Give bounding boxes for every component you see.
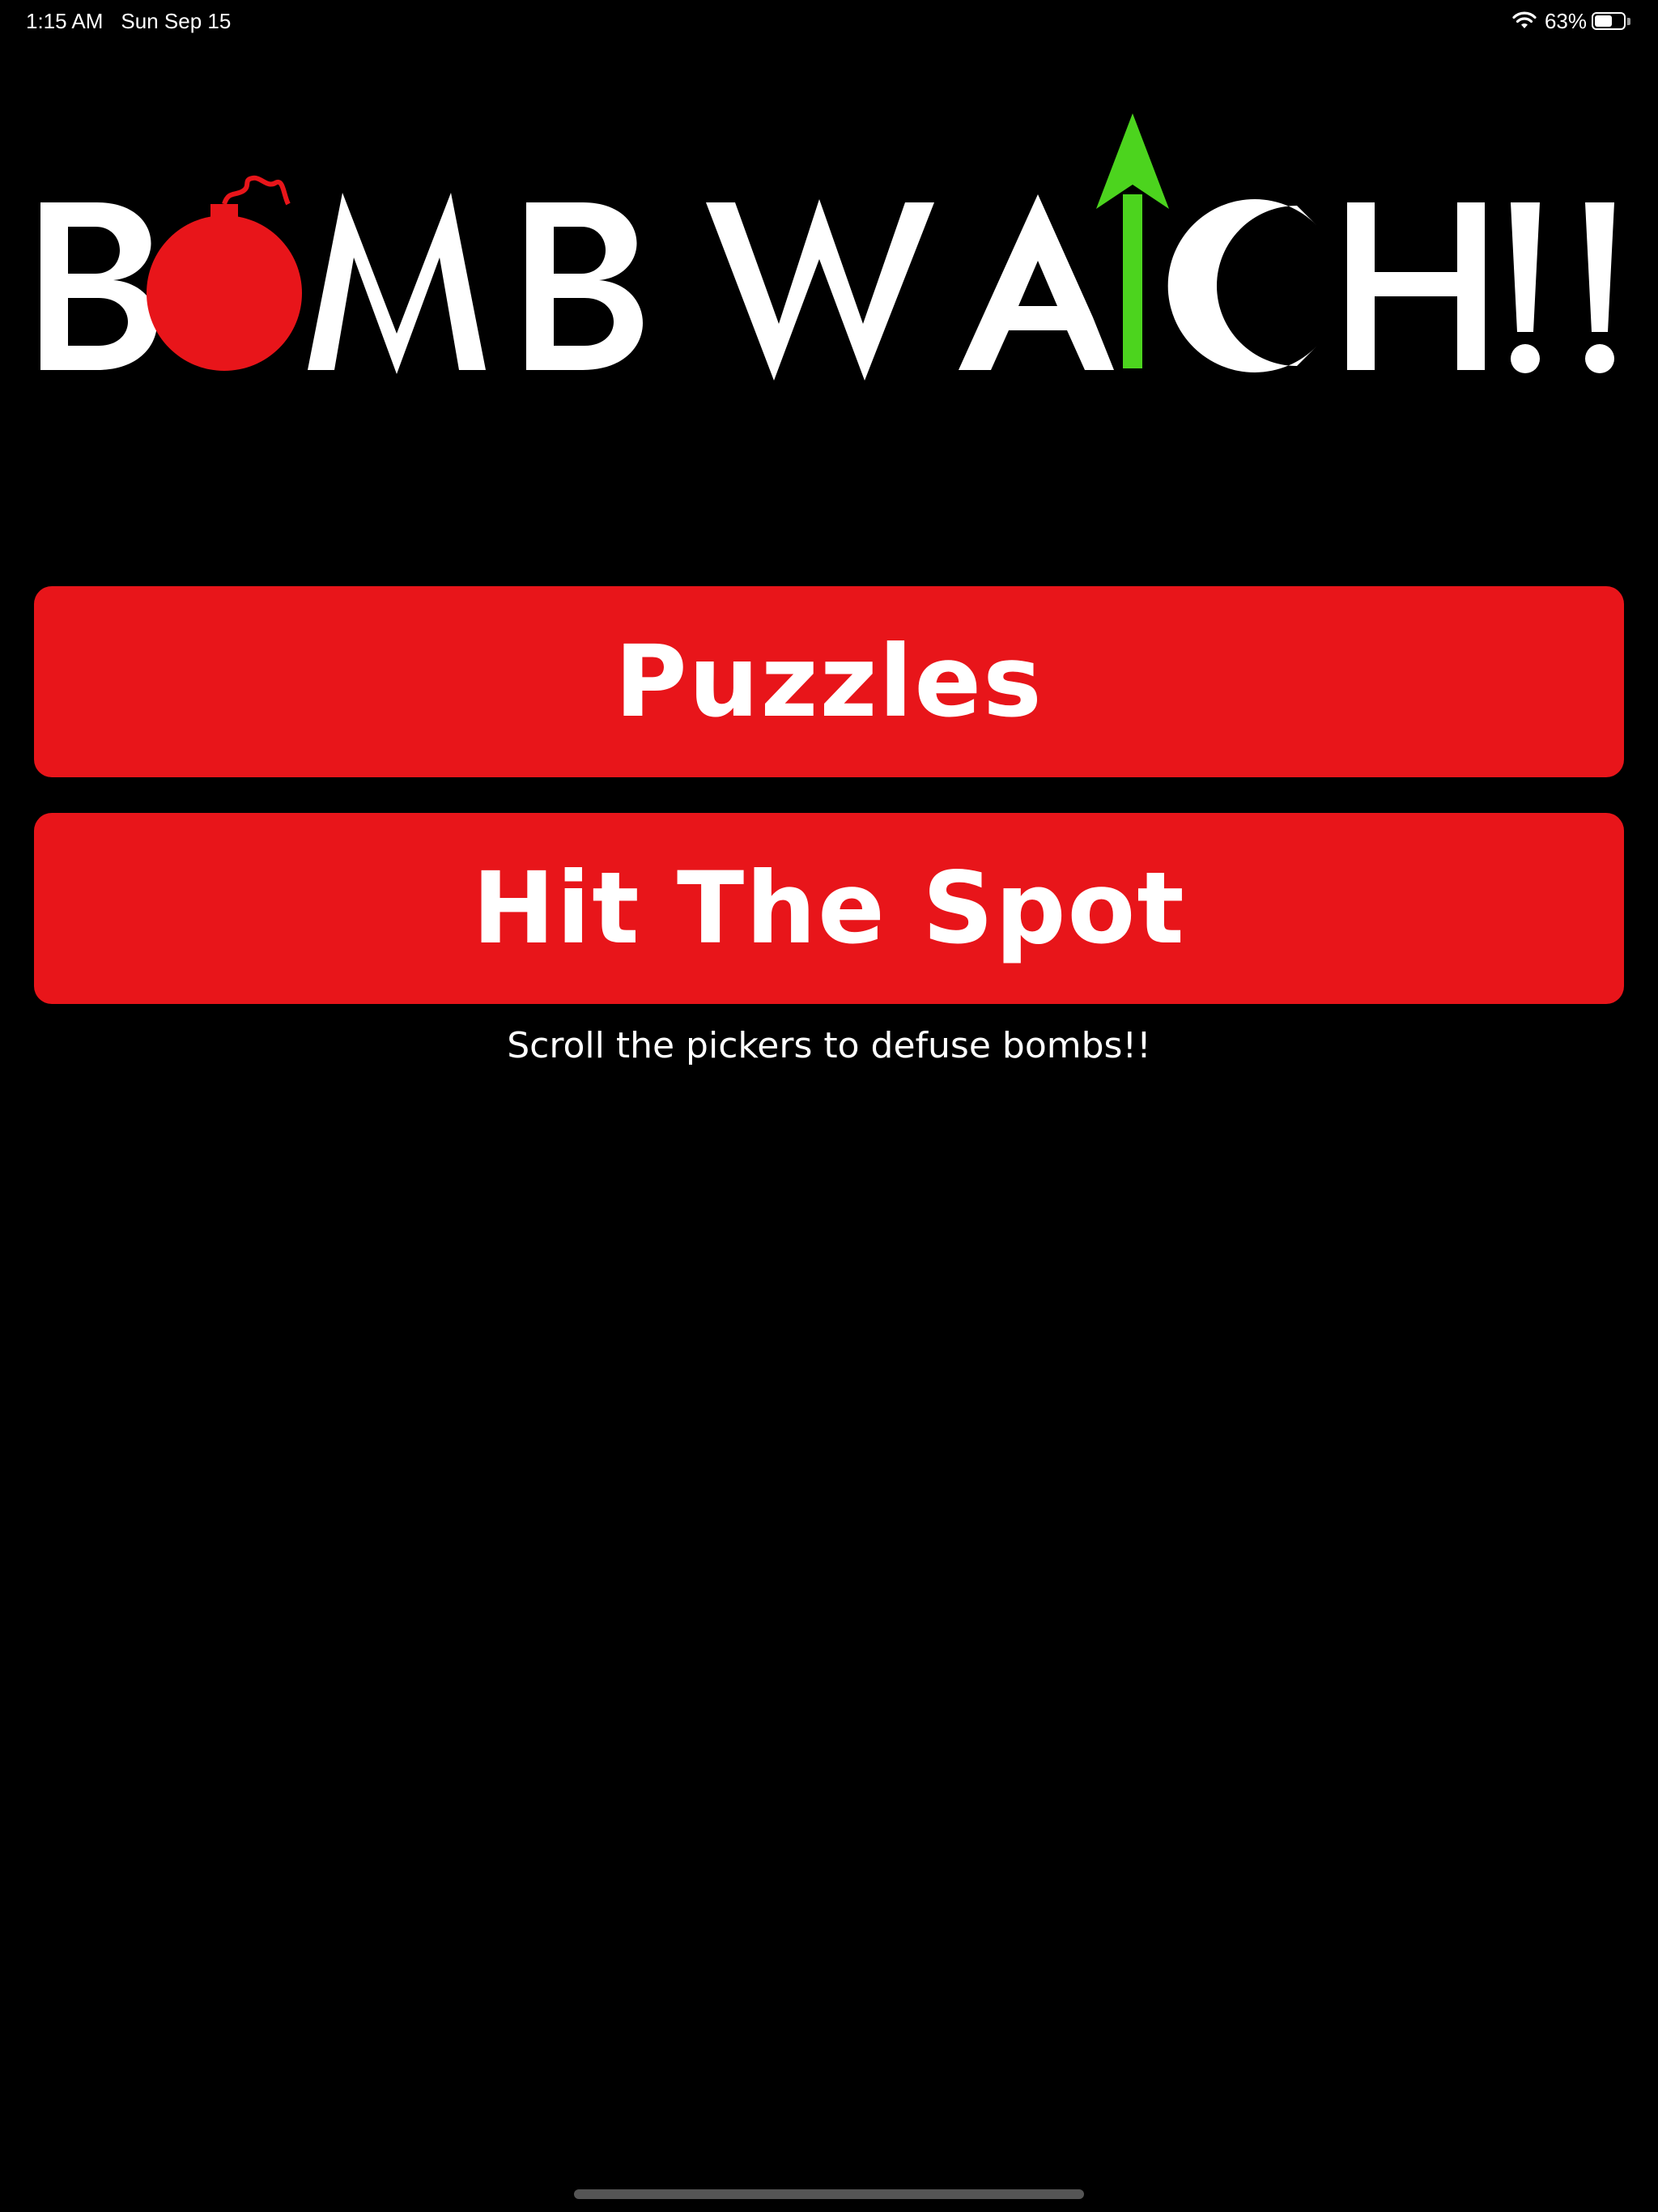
battery-cap bbox=[1627, 17, 1630, 25]
bomb-icon bbox=[147, 175, 302, 371]
logo-letter-w bbox=[706, 199, 934, 381]
hit-the-spot-button[interactable]: Hit The Spot bbox=[34, 813, 1624, 1004]
logo-letter-m bbox=[308, 193, 486, 374]
battery-percent: 63% bbox=[1544, 8, 1587, 33]
logo-letter-b2 bbox=[526, 202, 643, 370]
logo-exclamation-1-dot bbox=[1511, 344, 1540, 373]
battery-fill bbox=[1595, 15, 1612, 27]
wifi-icon bbox=[1512, 11, 1537, 28]
status-bar-right: 63% bbox=[1512, 5, 1630, 37]
app-screen: 1:15 AM Sun Sep 15 63% Puzzles Hit The S… bbox=[0, 0, 1658, 2212]
status-time: 1:15 AM bbox=[26, 9, 104, 33]
puzzles-button[interactable]: Puzzles bbox=[34, 586, 1624, 777]
logo-exclamation-2-dot bbox=[1585, 344, 1614, 373]
status-bar-left: 1:15 AM Sun Sep 15 bbox=[26, 5, 249, 37]
logo-exclamation-1 bbox=[1511, 202, 1540, 332]
logo-letter-b1 bbox=[40, 202, 157, 370]
logo-letter-a bbox=[959, 194, 1114, 370]
status-date: Sun Sep 15 bbox=[121, 9, 232, 33]
battery-icon bbox=[1592, 12, 1626, 30]
bomb-watch-logo bbox=[40, 113, 1614, 381]
logo-letter-h bbox=[1347, 202, 1485, 370]
home-indicator[interactable] bbox=[574, 2189, 1084, 2199]
logo-exclamation-2 bbox=[1585, 202, 1614, 332]
logo-letter-c bbox=[1167, 198, 1316, 372]
green-arrow-icon bbox=[1096, 113, 1169, 368]
instruction-text: Scroll the pickers to defuse bombs!! bbox=[507, 1025, 1151, 1066]
